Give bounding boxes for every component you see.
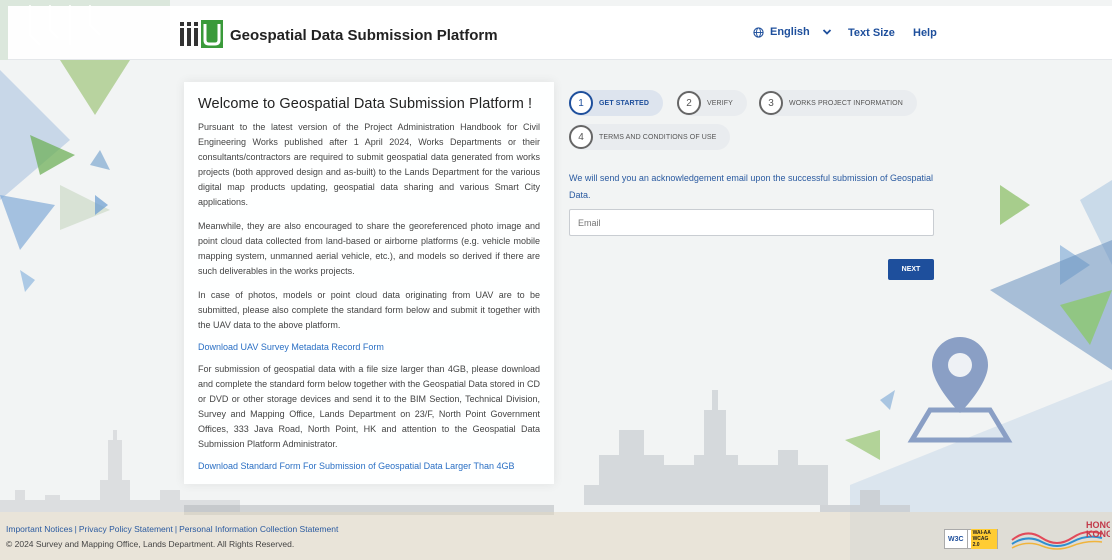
wcag-badge[interactable]: W3C WAI-AA WCAG 2.0 bbox=[944, 529, 998, 549]
step-label: GET STARTED bbox=[599, 99, 649, 107]
footer-links: Important Notices | Privacy Policy Stateme… bbox=[6, 524, 338, 534]
step-works-project-information[interactable]: 3 WORKS PROJECT INFORMATION bbox=[759, 90, 917, 116]
welcome-paragraph-3: In case of photos, models or point cloud… bbox=[198, 290, 540, 330]
help-link[interactable]: Help bbox=[913, 27, 937, 39]
step-number: 4 bbox=[569, 125, 593, 149]
step-label: WORKS PROJECT INFORMATION bbox=[789, 99, 903, 107]
download-uav-form-link[interactable]: Download UAV Survey Metadata Record Form bbox=[198, 342, 540, 352]
welcome-paragraph-2: Meanwhile, they are also encouraged to s… bbox=[198, 221, 540, 276]
personal-information-link[interactable]: Personal Information Collection Statemen… bbox=[179, 524, 338, 534]
email-input[interactable] bbox=[569, 209, 934, 236]
globe-icon bbox=[753, 26, 764, 38]
brand-hong-kong-logo: HONG KONG bbox=[1011, 520, 1110, 550]
wcag-label: WAI-AA WCAG 2.0 bbox=[970, 529, 997, 549]
acknowledgement-text: We will send you an acknowledgement emai… bbox=[569, 173, 934, 200]
welcome-panel: Welcome to Geospatial Data Submission Pl… bbox=[184, 82, 554, 484]
welcome-paragraph-4: For submission of geospatial data with a… bbox=[198, 364, 540, 449]
step-verify[interactable]: 2 VERIFY bbox=[677, 90, 747, 116]
chevron-down-icon bbox=[822, 29, 831, 35]
language-label: English bbox=[770, 26, 810, 38]
welcome-heading: Welcome to Geospatial Data Submission Pl… bbox=[198, 96, 533, 112]
wcag-line-2: WCAG 2.0 bbox=[972, 536, 989, 548]
header-bar: Geospatial Data Submission Platform Engl… bbox=[8, 6, 1112, 60]
important-notices-link[interactable]: Important Notices bbox=[6, 524, 73, 534]
site-logo-icon[interactable] bbox=[180, 20, 226, 48]
text-size-button[interactable]: Text Size bbox=[848, 27, 895, 39]
site-title: Geospatial Data Submission Platform bbox=[230, 27, 498, 44]
privacy-policy-link[interactable]: Privacy Policy Statement bbox=[79, 524, 173, 534]
copyright-text: © 2024 Survey and Mapping Office, Lands … bbox=[6, 539, 295, 549]
hk-line-2: KONG bbox=[1086, 529, 1110, 539]
welcome-paragraph-1: Pursuant to the latest version of the Pr… bbox=[198, 122, 540, 207]
next-button[interactable]: NEXT bbox=[888, 259, 934, 280]
step-label: TERMS AND CONDITIONS OF USE bbox=[599, 133, 717, 141]
step-get-started[interactable]: 1 GET STARTED bbox=[569, 90, 663, 116]
download-standard-form-link[interactable]: Download Standard Form For Submission of… bbox=[198, 461, 540, 471]
step-number: 1 bbox=[569, 91, 593, 115]
footer-separator: | bbox=[174, 524, 178, 534]
language-selector[interactable]: English bbox=[753, 26, 832, 38]
footer-separator: | bbox=[74, 524, 77, 534]
step-number: 3 bbox=[759, 91, 783, 115]
step-number: 2 bbox=[677, 91, 701, 115]
background-decoration bbox=[0, 0, 1112, 560]
step-terms-and-conditions[interactable]: 4 TERMS AND CONDITIONS OF USE bbox=[569, 124, 731, 150]
step-label: VERIFY bbox=[707, 99, 733, 107]
w3c-logo: W3C bbox=[945, 530, 968, 548]
